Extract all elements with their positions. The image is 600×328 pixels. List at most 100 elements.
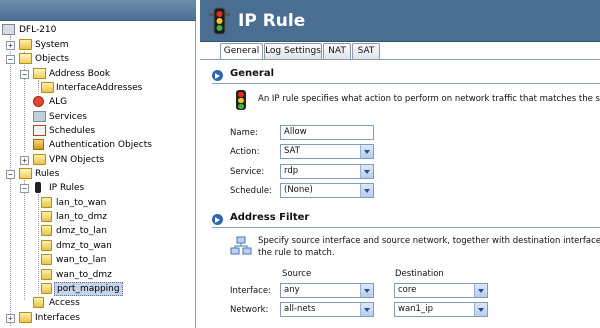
chevron-down-icon[interactable] bbox=[360, 184, 373, 197]
destination-network-value: wan1_ip bbox=[398, 304, 433, 314]
name-field[interactable]: Allow bbox=[280, 125, 374, 140]
collapse-icon[interactable]: − bbox=[20, 70, 29, 79]
tree-item-label: Schedules bbox=[49, 126, 96, 136]
source-network-value: all-nets bbox=[284, 304, 316, 314]
chevron-down-icon[interactable] bbox=[474, 303, 487, 316]
service-select[interactable]: rdp bbox=[280, 164, 374, 179]
tree-item-label: IP Rules bbox=[49, 183, 85, 193]
tree-item-label: lan_to_wan bbox=[56, 198, 107, 208]
chevron-down-icon[interactable] bbox=[360, 145, 373, 158]
rule-icon bbox=[41, 240, 52, 251]
rule-icon bbox=[41, 269, 52, 280]
calendar-icon bbox=[33, 125, 46, 136]
rule-icon bbox=[41, 254, 52, 265]
action-select[interactable]: SAT bbox=[280, 144, 374, 159]
tree-header-bar bbox=[0, 0, 196, 21]
rule-icon bbox=[41, 211, 52, 222]
tab-general[interactable]: General bbox=[220, 43, 263, 60]
chevron-down-icon[interactable] bbox=[474, 284, 487, 297]
traffic-light-icon bbox=[236, 90, 246, 110]
source-column-header: Source bbox=[282, 269, 312, 279]
tree-item-label: Authentication Objects bbox=[49, 140, 152, 150]
tree-root-label: DFL-210 bbox=[19, 25, 57, 35]
page-title: IP Rule bbox=[238, 11, 306, 31]
tree-item-label: lan_to_dmz bbox=[56, 212, 107, 222]
tree-item-label: Services bbox=[49, 112, 87, 122]
section-divider bbox=[212, 227, 600, 228]
expand-icon[interactable]: + bbox=[6, 41, 15, 50]
tree-item-label: Objects bbox=[35, 54, 70, 64]
section-title: Address Filter bbox=[230, 212, 310, 223]
rule-icon bbox=[41, 225, 52, 236]
services-icon bbox=[33, 111, 46, 122]
tree-item-label: Rules bbox=[35, 169, 60, 179]
expand-icon[interactable]: + bbox=[6, 314, 15, 323]
rule-icon bbox=[41, 283, 52, 294]
tree-item-label: port_mapping bbox=[54, 282, 123, 296]
device-icon bbox=[2, 24, 15, 35]
tree-item-label: System bbox=[35, 40, 69, 50]
title-bar: IP Rule bbox=[200, 0, 600, 42]
address-filter-description-line2: the rule to match. bbox=[258, 248, 335, 258]
destination-interface-select[interactable]: core bbox=[394, 283, 488, 298]
key-icon bbox=[33, 139, 44, 150]
destination-network-select[interactable]: wan1_ip bbox=[394, 302, 488, 317]
general-description: An IP rule specifies what action to perf… bbox=[258, 94, 600, 104]
name-label: Name: bbox=[230, 128, 258, 138]
main-panel: IP Rule General Log Settings NAT SAT Gen… bbox=[200, 0, 600, 328]
tab-sat[interactable]: SAT bbox=[352, 43, 380, 59]
tab-log-settings[interactable]: Log Settings bbox=[264, 43, 322, 59]
tree-item-label: Access bbox=[49, 298, 80, 308]
collapse-icon[interactable]: − bbox=[20, 184, 29, 193]
chevron-down-icon[interactable] bbox=[360, 284, 373, 297]
address-filter-description-line1: Specify source interface and source netw… bbox=[258, 236, 600, 246]
source-interface-value: any bbox=[284, 285, 300, 295]
traffic-light-icon bbox=[35, 182, 41, 193]
schedule-select[interactable]: (None) bbox=[280, 183, 374, 198]
tree-item-label: ALG bbox=[49, 97, 68, 107]
tab-nat[interactable]: NAT bbox=[323, 43, 351, 59]
tree-item-label: wan_to_lan bbox=[56, 255, 107, 265]
collapse-icon[interactable]: − bbox=[6, 170, 15, 179]
alg-icon bbox=[33, 96, 44, 107]
open-folder-icon bbox=[19, 168, 32, 179]
service-select-value: rdp bbox=[284, 166, 299, 176]
action-label: Action: bbox=[230, 147, 260, 157]
rule-icon bbox=[41, 197, 52, 208]
open-folder-icon bbox=[33, 68, 46, 79]
folder-icon bbox=[33, 154, 46, 165]
source-interface-select[interactable]: any bbox=[280, 283, 374, 298]
general-section-header: General bbox=[210, 67, 600, 83]
open-folder-icon bbox=[19, 53, 32, 64]
tree-item-label: Address Book bbox=[49, 69, 111, 79]
section-arrow-icon bbox=[212, 70, 223, 81]
access-icon bbox=[33, 297, 44, 308]
navigation-tree-pane: DFL-210 + System − Objects − Address Boo… bbox=[0, 0, 196, 328]
traffic-light-icon bbox=[206, 7, 232, 35]
tree-item-label: wan_to_dmz bbox=[56, 270, 112, 280]
expand-icon[interactable]: + bbox=[20, 156, 29, 165]
folder-icon bbox=[41, 82, 54, 93]
tree-item-label: VPN Objects bbox=[49, 155, 105, 165]
chevron-down-icon[interactable] bbox=[360, 165, 373, 178]
network-label: Network: bbox=[230, 305, 269, 315]
interface-label: Interface: bbox=[230, 286, 271, 296]
tree-item-label: Interfaces bbox=[35, 313, 80, 323]
tree-item-label: dmz_to_lan bbox=[56, 226, 107, 236]
schedule-select-value: (None) bbox=[284, 185, 313, 195]
chevron-down-icon[interactable] bbox=[360, 303, 373, 316]
destination-interface-value: core bbox=[398, 285, 417, 295]
section-divider bbox=[212, 83, 600, 84]
source-network-select[interactable]: all-nets bbox=[280, 302, 374, 317]
address-filter-section-header: Address Filter bbox=[210, 211, 600, 227]
service-label: Service: bbox=[230, 167, 265, 177]
network-icon bbox=[230, 236, 252, 256]
folder-icon bbox=[19, 39, 32, 50]
tab-divider bbox=[200, 59, 600, 60]
tree-item-label: InterfaceAddresses bbox=[56, 83, 143, 93]
section-arrow-icon bbox=[212, 214, 223, 225]
collapse-icon[interactable]: − bbox=[6, 55, 15, 64]
tree-item-label: dmz_to_wan bbox=[56, 241, 112, 251]
folder-icon bbox=[19, 312, 32, 323]
destination-column-header: Destination bbox=[395, 269, 444, 279]
